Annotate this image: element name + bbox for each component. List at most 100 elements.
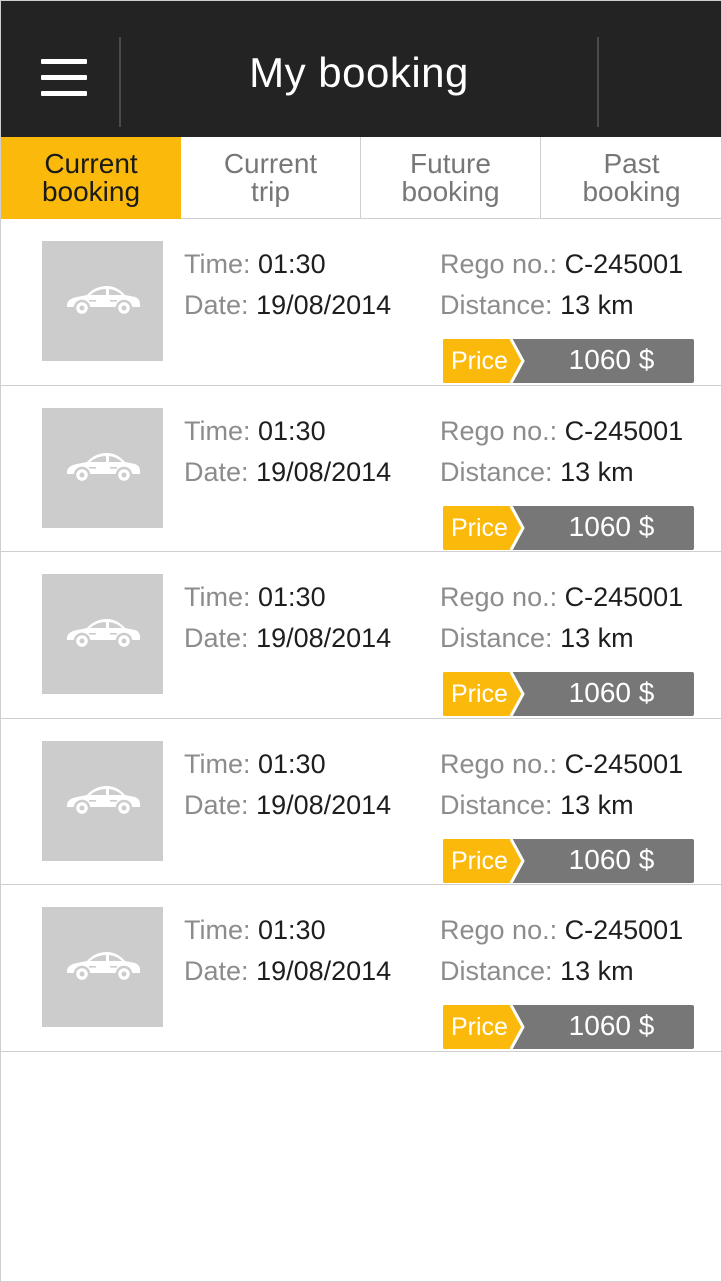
header-divider-right xyxy=(597,37,599,127)
date-label: Date: xyxy=(184,290,249,320)
booking-distance: Distance: 13 km xyxy=(440,956,634,987)
top-bar: My booking xyxy=(1,1,721,137)
date-label: Date: xyxy=(184,956,249,986)
car-icon xyxy=(66,619,140,650)
rego-value: C-245001 xyxy=(564,582,684,612)
booking-distance: Distance: 13 km xyxy=(440,790,634,821)
booking-date: Date: 19/08/2014 xyxy=(184,956,391,987)
booking-date: Date: 19/08/2014 xyxy=(184,457,391,488)
time-label: Time: xyxy=(184,748,251,779)
rego-label: Rego no.: xyxy=(440,582,558,612)
time-value: 01:30 xyxy=(258,748,326,779)
car-thumbnail xyxy=(42,740,163,861)
price-label: Price xyxy=(451,680,508,708)
booking-rego: Rego no.: C-245001 xyxy=(440,749,683,780)
booking-rego: Rego no.: C-245001 xyxy=(440,249,683,280)
time-value: 01:30 xyxy=(258,915,326,945)
rego-label: Rego no.: xyxy=(440,748,558,779)
price-label: Price xyxy=(451,1013,508,1041)
booking-time: Time: 01:30 xyxy=(184,582,326,613)
car-thumbnail xyxy=(42,241,163,361)
rego-value: C-245001 xyxy=(564,249,684,279)
car-thumbnail xyxy=(42,574,163,694)
booking-row[interactable]: Time: 01:30 Date: 19/08/2014 Rego no.: C… xyxy=(1,552,721,719)
booking-rego: Rego no.: C-245001 xyxy=(440,416,683,447)
price-tag: Price 1060 $ xyxy=(443,672,694,716)
booking-list: Time: 01:30 Date: 19/08/2014 Rego no.: C… xyxy=(1,219,721,1052)
price-tag: Price 1060 $ xyxy=(443,1005,694,1049)
booking-rego: Rego no.: C-245001 xyxy=(440,915,683,946)
rego-label: Rego no.: xyxy=(440,915,558,945)
rego-label: Rego no.: xyxy=(440,415,558,446)
car-thumbnail xyxy=(42,907,163,1027)
car-thumbnail xyxy=(42,407,163,528)
date-value: 19/08/2014 xyxy=(256,956,392,986)
price-value: 1060 $ xyxy=(568,677,655,708)
booking-date: Date: 19/08/2014 xyxy=(184,790,391,821)
booking-distance: Distance: 13 km xyxy=(440,623,634,654)
date-value: 19/08/2014 xyxy=(256,623,392,653)
hamburger-menu-icon[interactable] xyxy=(19,35,111,121)
distance-value: 13 km xyxy=(560,789,634,820)
rego-value: C-245001 xyxy=(564,748,684,779)
distance-value: 13 km xyxy=(560,623,634,653)
distance-value: 13 km xyxy=(560,456,634,487)
date-value: 19/08/2014 xyxy=(256,456,392,487)
price-value: 1060 $ xyxy=(568,510,655,542)
price-value: 1060 $ xyxy=(568,344,655,375)
booking-row[interactable]: Time: 01:30 Date: 19/08/2014 Rego no.: C… xyxy=(1,386,721,552)
distance-label: Distance: xyxy=(440,456,553,487)
tab-current-booking[interactable]: Current booking xyxy=(1,137,181,219)
booking-tabs: Current booking Current trip Future book… xyxy=(1,137,721,219)
distance-value: 13 km xyxy=(560,956,634,986)
distance-label: Distance: xyxy=(440,956,553,986)
booking-distance: Distance: 13 km xyxy=(440,457,634,488)
time-value: 01:30 xyxy=(258,249,326,279)
car-icon xyxy=(66,452,140,483)
price-label: Price xyxy=(451,846,508,875)
booking-date: Date: 19/08/2014 xyxy=(184,290,391,321)
distance-label: Distance: xyxy=(440,290,553,320)
booking-time: Time: 01:30 xyxy=(184,749,326,780)
booking-row[interactable]: Time: 01:30 Date: 19/08/2014 Rego no.: C… xyxy=(1,219,721,386)
time-label: Time: xyxy=(184,582,251,612)
price-value: 1060 $ xyxy=(568,1010,655,1041)
tab-past-booking[interactable]: Past booking xyxy=(541,137,721,219)
car-icon xyxy=(66,952,140,983)
distance-label: Distance: xyxy=(440,789,553,820)
time-value: 01:30 xyxy=(258,415,326,446)
price-value: 1060 $ xyxy=(568,843,655,875)
car-icon xyxy=(66,785,140,816)
booking-date: Date: 19/08/2014 xyxy=(184,623,391,654)
rego-value: C-245001 xyxy=(564,915,684,945)
price-tag: Price 1060 $ xyxy=(443,339,694,383)
date-label: Date: xyxy=(184,623,249,653)
price-label: Price xyxy=(451,347,508,375)
price-tag: Price 1060 $ xyxy=(443,505,694,550)
time-value: 01:30 xyxy=(258,582,326,612)
booking-time: Time: 01:30 xyxy=(184,249,326,280)
date-value: 19/08/2014 xyxy=(256,290,392,320)
booking-row[interactable]: Time: 01:30 Date: 19/08/2014 Rego no.: C… xyxy=(1,885,721,1052)
distance-label: Distance: xyxy=(440,623,553,653)
tab-current-trip[interactable]: Current trip xyxy=(181,137,361,219)
booking-rego: Rego no.: C-245001 xyxy=(440,582,683,613)
car-icon xyxy=(66,286,140,317)
distance-value: 13 km xyxy=(560,290,634,320)
time-label: Time: xyxy=(184,415,251,446)
tab-future-booking[interactable]: Future booking xyxy=(361,137,541,219)
time-label: Time: xyxy=(184,249,251,279)
date-value: 19/08/2014 xyxy=(256,789,392,820)
date-label: Date: xyxy=(184,789,249,820)
booking-row[interactable]: Time: 01:30 Date: 19/08/2014 Rego no.: C… xyxy=(1,719,721,885)
rego-value: C-245001 xyxy=(564,415,684,446)
booking-time: Time: 01:30 xyxy=(184,416,326,447)
page-title: My booking xyxy=(249,49,469,96)
rego-label: Rego no.: xyxy=(440,249,558,279)
booking-time: Time: 01:30 xyxy=(184,915,326,946)
booking-distance: Distance: 13 km xyxy=(440,290,634,321)
date-label: Date: xyxy=(184,456,249,487)
app-screen: My booking Current booking Current trip … xyxy=(0,0,722,1282)
price-tag: Price 1060 $ xyxy=(443,838,694,883)
price-label: Price xyxy=(451,513,508,542)
